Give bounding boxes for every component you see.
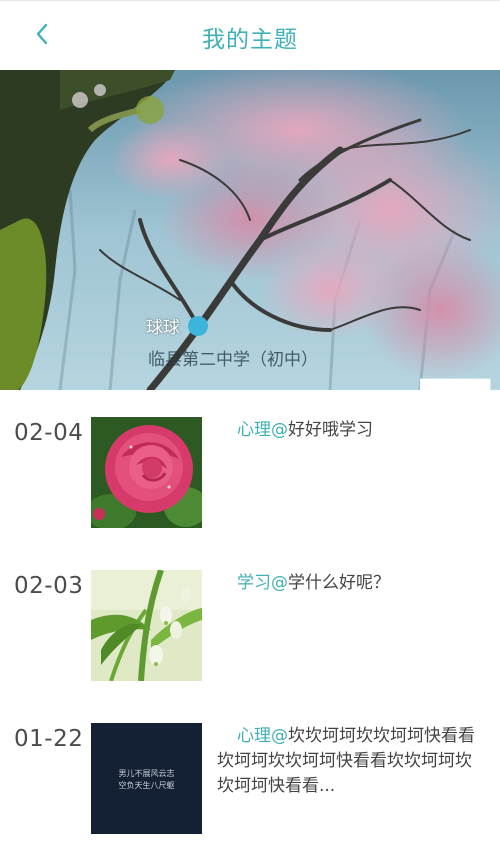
male-icon	[188, 315, 491, 390]
post-category-tag[interactable]: 学习@	[237, 573, 288, 593]
thumbnail-caption: 男儿不展风云志 空负天生八尺躯	[91, 768, 202, 792]
post-thumbnail[interactable]: 男儿不展风云志 空负天生八尺躯	[91, 723, 202, 834]
post-category-tag[interactable]: 心理@	[237, 420, 288, 440]
post-content: 学什么好呢？	[288, 573, 390, 593]
thumbnail-caption-line: 男儿不展风云志	[118, 769, 175, 778]
post-date: 02-03	[14, 573, 84, 599]
green-flower-image	[91, 570, 202, 681]
thumbnail-caption-line: 空负天生八尺躯	[118, 781, 175, 790]
profile-banner: 球球 临县第二中学（初中）	[0, 70, 500, 390]
post-thumbnail[interactable]	[91, 570, 202, 681]
list-item[interactable]: 02-03 学习@学什么好呢？	[0, 543, 500, 683]
post-thumbnail[interactable]	[91, 417, 202, 528]
page-title: 我的主题	[202, 27, 298, 53]
top-bar: 我的主题	[0, 0, 500, 70]
list-item[interactable]: 02-04 心理@好好哦学习	[0, 390, 500, 530]
post-text: 心理@好好哦学习	[217, 418, 487, 443]
school-name: 临县第二中学（初中）	[148, 350, 318, 370]
pink-rose-image	[91, 417, 202, 528]
app-screen: 我的主题 球球 临县第二中学（初中） 02-04 心理@好好哦学习 02-03 …	[0, 0, 500, 850]
list-item[interactable]: 01-22 男儿不展风云志 空负天生八尺躯 心理@坎坎坷坷坎坎坷坷快看看坎坷坷坎…	[0, 696, 500, 836]
post-date: 02-04	[14, 420, 84, 446]
post-date: 01-22	[14, 726, 84, 752]
post-text: 心理@坎坎坷坷坎坎坷坷快看看坎坷坷坎坎坷坷快看看坎坎坷坷坎坎坷坷快看看...	[217, 724, 487, 799]
post-text: 学习@学什么好呢？	[217, 571, 487, 596]
post-content: 好好哦学习	[288, 420, 373, 440]
post-category-tag[interactable]: 心理@	[237, 726, 288, 746]
user-info: 球球	[146, 313, 491, 390]
